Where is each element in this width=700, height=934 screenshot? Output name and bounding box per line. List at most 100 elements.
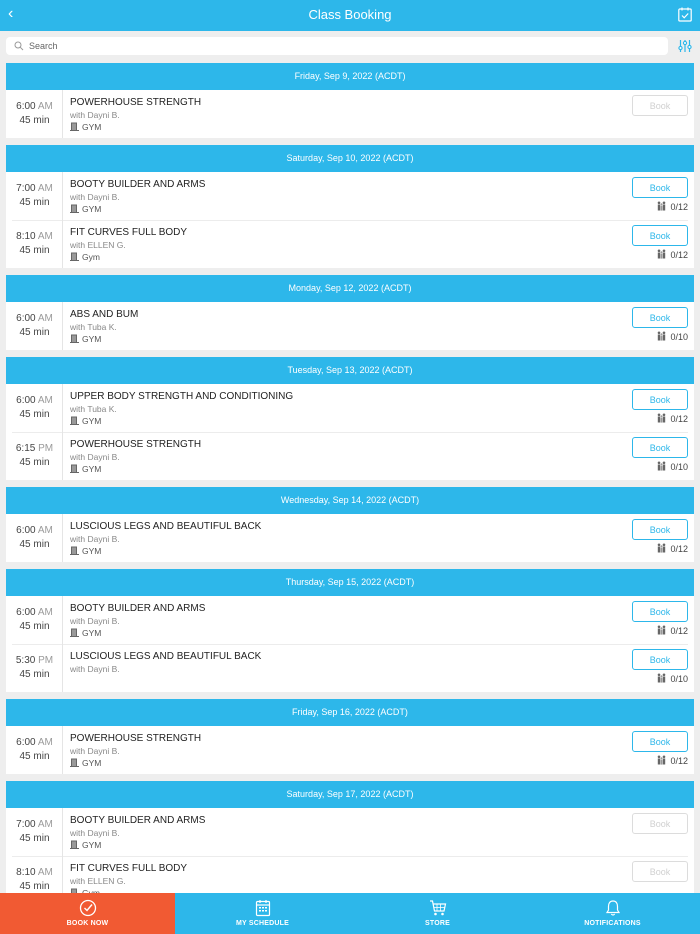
book-button[interactable]: Book bbox=[632, 649, 688, 670]
book-button[interactable]: Book bbox=[632, 389, 688, 410]
class-row[interactable]: 7:00 AM 45 min BOOTY BUILDER AND ARMS with … bbox=[6, 172, 694, 220]
tab-label: BOOK NOW bbox=[66, 920, 109, 927]
class-location: GYM bbox=[70, 122, 101, 132]
book-button[interactable]: Book bbox=[632, 225, 688, 246]
day-header: Tuesday, Sep 13, 2022 (ACDT) bbox=[6, 357, 694, 384]
day-section: Friday, Sep 16, 2022 (ACDT) 6:00 AM 45 min… bbox=[6, 699, 694, 774]
people-icon bbox=[658, 543, 666, 553]
search-box[interactable] bbox=[6, 37, 668, 55]
book-button[interactable]: Book bbox=[632, 307, 688, 328]
book-button[interactable]: Book bbox=[632, 861, 688, 882]
class-name: LUSCIOUS LEGS AND BEAUTIFUL BACK bbox=[70, 651, 262, 662]
class-location: GYM bbox=[70, 204, 101, 214]
class-capacity-value: 0/10 bbox=[670, 462, 688, 472]
class-duration: 45 min bbox=[19, 115, 50, 126]
class-row[interactable]: 6:15 PM 45 min POWERHOUSE STRENGTH with Day… bbox=[6, 432, 694, 480]
book-button[interactable]: Book bbox=[632, 813, 688, 834]
class-capacity-value: 0/10 bbox=[670, 332, 688, 342]
tab-my-schedule[interactable]: MY SCHEDULE bbox=[175, 893, 350, 934]
class-capacity: 0/12 bbox=[656, 625, 688, 636]
class-time-value: 6:00 bbox=[16, 313, 36, 324]
class-time-ampm: AM bbox=[37, 395, 53, 406]
class-row[interactable]: 6:00 AM 45 min POWERHOUSE STRENGTH with Day… bbox=[6, 726, 694, 774]
class-instructor: with Dayni B. bbox=[70, 828, 120, 838]
class-row[interactable]: 8:10 AM 45 min FIT CURVES FULL BODY with EL… bbox=[6, 220, 694, 268]
search-input[interactable] bbox=[29, 38, 649, 54]
class-time-ampm: PM bbox=[38, 655, 54, 666]
class-row[interactable]: 6:00 AM 45 min POWERHOUSE STRENGTH with Day… bbox=[6, 90, 694, 138]
search-bar bbox=[0, 31, 700, 61]
class-name: BOOTY BUILDER AND ARMS bbox=[70, 603, 206, 614]
time-column: 6:15 PM 45 min bbox=[6, 432, 63, 480]
class-time-ampm: AM bbox=[37, 867, 53, 878]
time-column: 6:00 AM 45 min bbox=[6, 384, 63, 432]
schedule-icon bbox=[255, 900, 270, 917]
class-row[interactable]: 6:00 AM 45 min LUSCIOUS LEGS AND BEAUTIFUL… bbox=[6, 514, 694, 562]
class-duration: 45 min bbox=[19, 409, 50, 420]
filter-icon[interactable] bbox=[678, 39, 692, 53]
calendar-check-icon[interactable] bbox=[678, 7, 692, 22]
class-list[interactable]: Friday, Sep 9, 2022 (ACDT) 6:00 AM 45 min P… bbox=[6, 63, 694, 893]
search-icon bbox=[14, 41, 24, 51]
day-header: Friday, Sep 16, 2022 (ACDT) bbox=[6, 699, 694, 726]
class-name: FIT CURVES FULL BODY bbox=[70, 227, 188, 238]
class-time-value: 6:00 bbox=[16, 607, 36, 618]
book-button[interactable]: Book bbox=[632, 95, 688, 116]
class-row[interactable]: 5:30 PM 45 min LUSCIOUS LEGS AND BEAUTIFUL… bbox=[6, 644, 694, 692]
class-time-ampm: AM bbox=[37, 231, 53, 242]
class-capacity: 0/12 bbox=[656, 413, 688, 424]
class-time-ampm: AM bbox=[37, 313, 53, 324]
class-time-value: 8:10 bbox=[16, 867, 36, 878]
class-duration: 45 min bbox=[19, 751, 50, 762]
people-icon bbox=[658, 755, 666, 765]
book-button[interactable]: Book bbox=[632, 177, 688, 198]
class-duration: 45 min bbox=[19, 539, 50, 550]
day-header: Wednesday, Sep 14, 2022 (ACDT) bbox=[6, 487, 694, 514]
book-button[interactable]: Book bbox=[632, 519, 688, 540]
class-instructor: with Dayni B. bbox=[70, 452, 120, 462]
day-section: Saturday, Sep 17, 2022 (ACDT) 7:00 AM 45 m… bbox=[6, 781, 694, 893]
class-row[interactable]: 7:00 AM 45 min BOOTY BUILDER AND ARMS with … bbox=[6, 808, 694, 856]
bottom-tab-bar: BOOK NOW MY SCHEDULE STORE NOTIFICATIONS bbox=[0, 893, 700, 934]
class-location: GYM bbox=[70, 416, 101, 426]
class-time: 7:00 AM bbox=[6, 183, 63, 194]
class-location-label: GYM bbox=[82, 334, 102, 344]
class-time: 8:10 AM bbox=[6, 231, 63, 242]
class-time: 8:10 AM bbox=[6, 867, 63, 878]
class-capacity: 0/12 bbox=[656, 249, 688, 260]
class-row[interactable]: 6:00 AM 45 min ABS AND BUM with Tuba K. GYM B… bbox=[6, 302, 694, 350]
class-capacity: 0/10 bbox=[656, 461, 688, 472]
class-location: GYM bbox=[70, 628, 101, 638]
class-instructor: with Dayni B. bbox=[70, 616, 120, 626]
class-capacity: 0/12 bbox=[656, 755, 688, 766]
book-button[interactable]: Book bbox=[632, 731, 688, 752]
class-duration: 45 min bbox=[19, 833, 50, 844]
class-location-label: GYM bbox=[82, 464, 102, 474]
class-capacity: 0/12 bbox=[656, 201, 688, 212]
class-location-label: GYM bbox=[82, 416, 102, 426]
class-capacity-value: 0/10 bbox=[670, 674, 688, 684]
class-location-label: GYM bbox=[82, 204, 102, 214]
class-name: POWERHOUSE STRENGTH bbox=[70, 97, 202, 108]
tab-notifications[interactable]: NOTIFICATIONS bbox=[525, 893, 700, 934]
door-icon bbox=[70, 628, 79, 637]
class-row[interactable]: 6:00 AM 45 min UPPER BODY STRENGTH AND CON… bbox=[6, 384, 694, 432]
class-capacity-value: 0/12 bbox=[670, 626, 688, 636]
tab-book-now[interactable]: BOOK NOW bbox=[0, 893, 175, 934]
book-button[interactable]: Book bbox=[632, 601, 688, 622]
day-header: Friday, Sep 9, 2022 (ACDT) bbox=[6, 63, 694, 90]
tab-store[interactable]: STORE bbox=[350, 893, 525, 934]
class-instructor: with Dayni B. bbox=[70, 746, 120, 756]
class-location-label: Gym bbox=[82, 252, 100, 262]
class-row[interactable]: 8:10 AM 45 min FIT CURVES FULL BODY with EL… bbox=[6, 856, 694, 893]
class-duration: 45 min bbox=[19, 245, 50, 256]
class-instructor: with ELLEN G. bbox=[70, 240, 126, 250]
time-column: 8:10 AM 45 min bbox=[6, 856, 63, 893]
people-icon bbox=[658, 625, 666, 635]
class-location: GYM bbox=[70, 546, 101, 556]
class-name: BOOTY BUILDER AND ARMS bbox=[70, 815, 206, 826]
class-capacity-value: 0/12 bbox=[670, 544, 688, 554]
class-time: 7:00 AM bbox=[6, 819, 63, 830]
class-row[interactable]: 6:00 AM 45 min BOOTY BUILDER AND ARMS with … bbox=[6, 596, 694, 644]
book-button[interactable]: Book bbox=[632, 437, 688, 458]
